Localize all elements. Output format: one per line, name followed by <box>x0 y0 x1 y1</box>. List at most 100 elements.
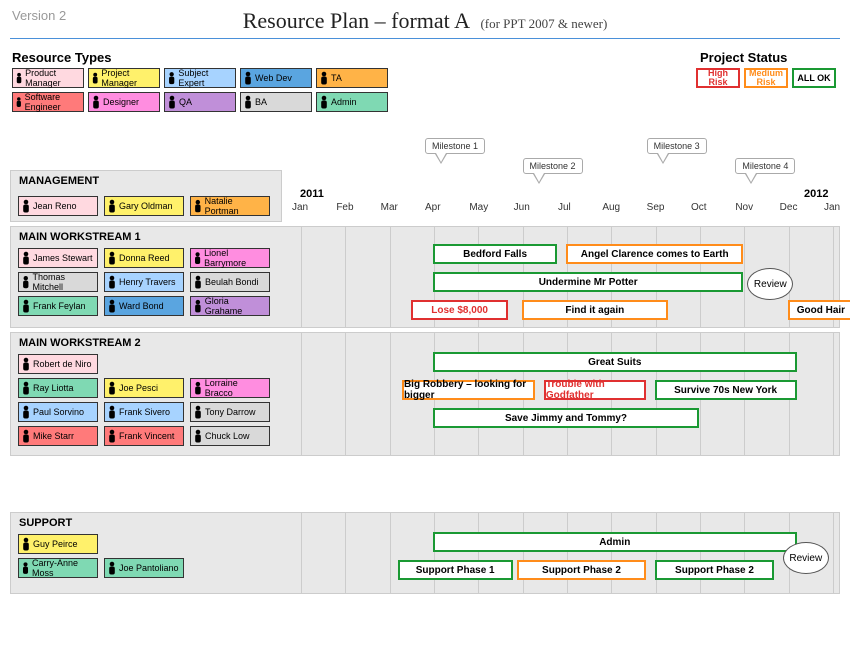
resource-chip[interactable]: Joe Pesci <box>104 378 184 398</box>
chip-label: Gary Oldman <box>119 201 173 211</box>
resource-chip[interactable]: Robert de Niro <box>18 354 98 374</box>
chip-label: Frank Sivero <box>119 407 170 417</box>
resource-types-heading: Resource Types <box>12 50 111 65</box>
year-start: 2011 <box>300 188 324 200</box>
chip-label: Ward Bond <box>119 301 164 311</box>
timeline-bar[interactable]: Great Suits <box>433 352 797 372</box>
milestone-pointer <box>435 154 447 164</box>
chip-label: Mike Starr <box>33 431 74 441</box>
timeline-bar[interactable]: Big Robbery – looking for bigger <box>402 380 535 400</box>
resource-chip[interactable]: Jean Reno <box>18 196 98 216</box>
month-label: Jul <box>558 202 571 213</box>
resource-chip[interactable]: Tony Darrow <box>190 402 270 422</box>
person-icon <box>107 275 117 289</box>
timeline-bar[interactable]: Admin <box>433 532 797 552</box>
person-icon <box>243 95 253 109</box>
milestone-pointer <box>745 174 757 184</box>
timeline-bar[interactable]: Undermine Mr Potter <box>433 272 743 292</box>
timeline-bar[interactable]: Angel Clarence comes to Earth <box>566 244 743 264</box>
resource-chip[interactable]: Joe Pantoliano <box>104 558 184 578</box>
person-icon <box>21 275 31 289</box>
timeline-bar[interactable]: Support Phase 2 <box>655 560 775 580</box>
resource-chip[interactable]: Ray Liotta <box>18 378 98 398</box>
person-icon <box>21 251 31 265</box>
month-label: Dec <box>780 202 798 213</box>
person-icon <box>21 357 31 371</box>
month-label: Jun <box>514 202 530 213</box>
chip-label: BA <box>255 97 267 107</box>
chip-label: QA <box>179 97 192 107</box>
timeline-bar[interactable]: Support Phase 1 <box>398 560 513 580</box>
person-icon <box>107 299 117 313</box>
resource-chip[interactable]: Natalie Portman <box>190 196 270 216</box>
title-main: Resource Plan – format A <box>243 8 470 33</box>
status-chip[interactable]: High Risk <box>696 68 740 88</box>
resource-chip[interactable]: Lionel Barrymore <box>190 248 270 268</box>
resource-chip[interactable]: Subject Expert <box>164 68 236 88</box>
timeline-bar[interactable]: Bedford Falls <box>433 244 557 264</box>
person-icon <box>107 561 117 575</box>
timeline-bar[interactable]: Support Phase 2 <box>517 560 646 580</box>
status-chip[interactable]: Medium Risk <box>744 68 788 88</box>
resource-chip[interactable]: Lorraine Bracco <box>190 378 270 398</box>
review-oval[interactable]: Review <box>783 542 829 574</box>
resource-chip[interactable]: Gary Oldman <box>104 196 184 216</box>
chip-label: Jean Reno <box>33 201 77 211</box>
chip-label: Chuck Low <box>205 431 250 441</box>
resource-chip[interactable]: Frank Sivero <box>104 402 184 422</box>
resource-chip[interactable]: BA <box>240 92 312 112</box>
chip-label: Frank Vincent <box>119 431 174 441</box>
resource-chip[interactable]: Designer <box>88 92 160 112</box>
month-label: Jan <box>292 202 308 213</box>
timeline-bar[interactable]: Save Jimmy and Tommy? <box>433 408 699 428</box>
resource-chip[interactable]: Henry Travers <box>104 272 184 292</box>
resource-chip[interactable]: Product Manager <box>12 68 84 88</box>
chip-label: Web Dev <box>255 73 292 83</box>
chip-label: Admin <box>331 97 357 107</box>
resource-chip[interactable]: Frank Vincent <box>104 426 184 446</box>
resource-chip[interactable]: Donna Reed <box>104 248 184 268</box>
timeline-bar[interactable]: Trouble with Godfather <box>544 380 646 400</box>
resource-chip[interactable]: Thomas Mitchell <box>18 272 98 292</box>
person-icon <box>21 405 31 419</box>
chip-label: Tony Darrow <box>205 407 256 417</box>
status-chip[interactable]: ALL OK <box>792 68 836 88</box>
resource-chip[interactable]: TA <box>316 68 388 88</box>
resource-chip[interactable]: Beulah Bondi <box>190 272 270 292</box>
resource-chip[interactable]: QA <box>164 92 236 112</box>
month-label: Mar <box>381 202 398 213</box>
title-sub: (for PPT 2007 & newer) <box>480 16 607 31</box>
resource-chip[interactable]: Paul Sorvino <box>18 402 98 422</box>
person-icon <box>21 537 31 551</box>
resource-chip[interactable]: Ward Bond <box>104 296 184 316</box>
resource-chip[interactable]: Chuck Low <box>190 426 270 446</box>
resource-chip[interactable]: Guy Peirce <box>18 534 98 554</box>
resource-chip[interactable]: Software Engineer <box>12 92 84 112</box>
lane-title-ws1: MAIN WORKSTREAM 1 <box>19 231 141 243</box>
person-icon <box>15 71 23 85</box>
person-icon <box>21 199 31 213</box>
resource-chip[interactable]: Mike Starr <box>18 426 98 446</box>
chip-label: TA <box>331 73 342 83</box>
chip-label: Frank Feylan <box>33 301 86 311</box>
person-icon <box>193 251 202 265</box>
resource-chip[interactable]: Project Manager <box>88 68 160 88</box>
milestone-pointer <box>533 174 545 184</box>
timeline-bar[interactable]: Good Hair <box>788 300 850 320</box>
resource-chip[interactable]: Frank Feylan <box>18 296 98 316</box>
chip-label: Product Manager <box>25 68 81 88</box>
review-oval[interactable]: Review <box>747 268 793 300</box>
resource-chip[interactable]: Gloria Grahame <box>190 296 270 316</box>
resource-chip[interactable]: Carry-Anne Moss <box>18 558 98 578</box>
month-label: May <box>469 202 488 213</box>
project-status-heading: Project Status <box>700 50 787 65</box>
resource-chip[interactable]: Admin <box>316 92 388 112</box>
person-icon <box>193 405 203 419</box>
chip-label: Ray Liotta <box>33 383 74 393</box>
timeline-bar[interactable]: Survive 70s New York <box>655 380 797 400</box>
resource-chip[interactable]: James Stewart <box>18 248 98 268</box>
timeline-bar[interactable]: Find it again <box>522 300 668 320</box>
resource-chip[interactable]: Web Dev <box>240 68 312 88</box>
timeline-bar[interactable]: Lose $8,000 <box>411 300 509 320</box>
chip-label: Software Engineer <box>25 92 81 112</box>
